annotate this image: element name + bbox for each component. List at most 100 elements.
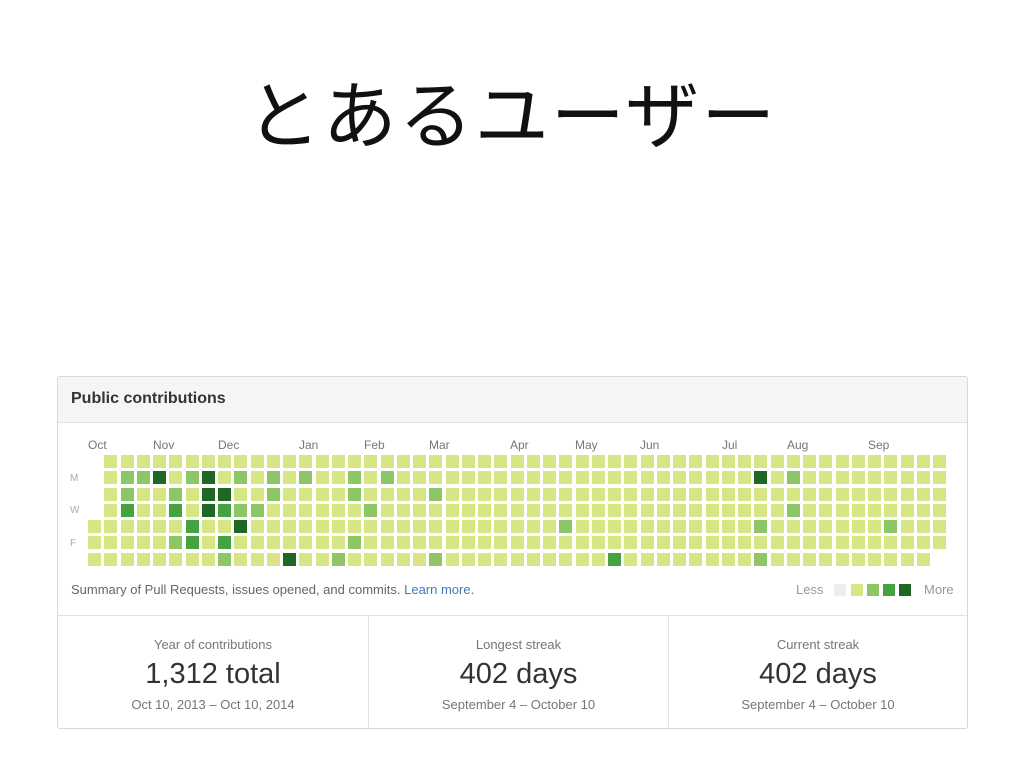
contribution-day-cell[interactable] [738,488,751,501]
contribution-day-cell[interactable] [917,504,930,517]
contribution-day-cell[interactable] [381,455,394,468]
contribution-day-cell[interactable] [803,455,816,468]
contribution-day-cell[interactable] [202,455,215,468]
contribution-day-cell[interactable] [576,536,589,549]
contribution-day-cell[interactable] [819,553,832,566]
contribution-day-cell[interactable] [803,504,816,517]
contribution-day-cell[interactable] [251,553,264,566]
contribution-day-cell[interactable] [787,471,800,484]
contribution-day-cell[interactable] [234,553,247,566]
contribution-day-cell[interactable] [316,504,329,517]
contribution-day-cell[interactable] [397,520,410,533]
contribution-day-cell[interactable] [511,504,524,517]
contribution-day-cell[interactable] [917,488,930,501]
contribution-day-cell[interactable] [527,504,540,517]
contribution-day-cell[interactable] [771,455,784,468]
contribution-day-cell[interactable] [511,471,524,484]
contribution-day-cell[interactable] [332,455,345,468]
contribution-day-cell[interactable] [202,504,215,517]
contribution-day-cell[interactable] [836,488,849,501]
contribution-day-cell[interactable] [267,488,280,501]
contribution-day-cell[interactable] [819,536,832,549]
contribution-day-cell[interactable] [429,504,442,517]
contribution-day-cell[interactable] [608,536,621,549]
contribution-day-cell[interactable] [803,488,816,501]
contribution-day-cell[interactable] [251,471,264,484]
contribution-day-cell[interactable] [608,520,621,533]
contribution-day-cell[interactable] [624,520,637,533]
contribution-day-cell[interactable] [348,504,361,517]
contribution-day-cell[interactable] [819,488,832,501]
contribution-day-cell[interactable] [624,455,637,468]
contribution-day-cell[interactable] [169,471,182,484]
contribution-day-cell[interactable] [299,488,312,501]
contribution-day-cell[interactable] [121,520,134,533]
contribution-day-cell[interactable] [738,455,751,468]
contribution-day-cell[interactable] [689,536,702,549]
contribution-day-cell[interactable] [169,536,182,549]
contribution-day-cell[interactable] [397,553,410,566]
contribution-day-cell[interactable] [494,488,507,501]
contribution-day-cell[interactable] [348,536,361,549]
contribution-day-cell[interactable] [576,488,589,501]
contribution-day-cell[interactable] [624,471,637,484]
contribution-day-cell[interactable] [868,455,881,468]
contribution-day-cell[interactable] [884,471,897,484]
contribution-day-cell[interactable] [641,471,654,484]
contribution-day-cell[interactable] [104,520,117,533]
contribution-day-cell[interactable] [186,536,199,549]
contribution-day-cell[interactable] [689,520,702,533]
contribution-day-cell[interactable] [494,553,507,566]
contribution-day-cell[interactable] [641,536,654,549]
contribution-day-cell[interactable] [169,553,182,566]
contribution-day-cell[interactable] [673,520,686,533]
contribution-day-cell[interactable] [852,504,865,517]
contribution-day-cell[interactable] [673,504,686,517]
contribution-day-cell[interactable] [299,536,312,549]
contribution-day-cell[interactable] [332,504,345,517]
contribution-day-cell[interactable] [316,520,329,533]
contribution-day-cell[interactable] [446,455,459,468]
contribution-day-cell[interactable] [933,536,946,549]
contribution-day-cell[interactable] [267,520,280,533]
contribution-day-cell[interactable] [121,455,134,468]
contribution-day-cell[interactable] [641,553,654,566]
contribution-day-cell[interactable] [397,471,410,484]
contribution-day-cell[interactable] [364,471,377,484]
contribution-day-cell[interactable] [251,488,264,501]
contribution-day-cell[interactable] [819,520,832,533]
contribution-day-cell[interactable] [852,455,865,468]
contribution-day-cell[interactable] [494,520,507,533]
contribution-day-cell[interactable] [413,504,426,517]
contribution-day-cell[interactable] [527,553,540,566]
contribution-day-cell[interactable] [657,520,670,533]
contribution-day-cell[interactable] [283,520,296,533]
contribution-day-cell[interactable] [413,455,426,468]
contribution-day-cell[interactable] [429,488,442,501]
contribution-day-cell[interactable] [624,504,637,517]
contribution-day-cell[interactable] [738,504,751,517]
contribution-day-cell[interactable] [592,504,605,517]
contribution-day-cell[interactable] [316,536,329,549]
contribution-day-cell[interactable] [559,553,572,566]
contribution-day-cell[interactable] [608,455,621,468]
contribution-day-cell[interactable] [413,553,426,566]
contribution-day-cell[interactable] [153,488,166,501]
contribution-day-cell[interactable] [462,553,475,566]
contribution-day-cell[interactable] [836,504,849,517]
contribution-day-cell[interactable] [332,536,345,549]
contribution-day-cell[interactable] [592,471,605,484]
contribution-day-cell[interactable] [592,520,605,533]
contribution-day-cell[interactable] [121,504,134,517]
contribution-day-cell[interactable] [202,520,215,533]
contribution-day-cell[interactable] [754,488,767,501]
contribution-day-cell[interactable] [348,488,361,501]
contribution-day-cell[interactable] [901,520,914,533]
contribution-day-cell[interactable] [527,455,540,468]
contribution-day-cell[interactable] [543,504,556,517]
contribution-day-cell[interactable] [511,553,524,566]
contribution-day-cell[interactable] [462,488,475,501]
contribution-day-cell[interactable] [641,488,654,501]
contribution-day-cell[interactable] [137,536,150,549]
contribution-day-cell[interactable] [787,504,800,517]
